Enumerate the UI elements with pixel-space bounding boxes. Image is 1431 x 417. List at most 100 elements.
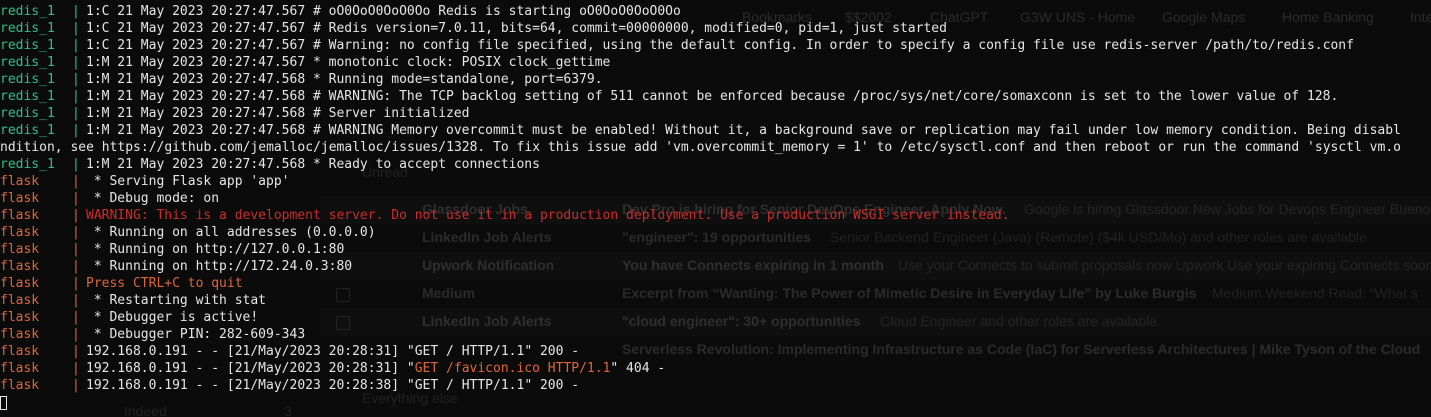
service-name: flask <box>0 191 40 206</box>
service-name: flask <box>0 327 40 342</box>
service-name: redis_1 <box>0 157 55 172</box>
log-line: flask | 192.168.0.191 - - [21/May/2023 20:… <box>0 360 1431 377</box>
service-name: flask <box>0 225 40 240</box>
log-message: * Debug mode: on <box>86 191 220 206</box>
service-separator: | <box>72 191 80 206</box>
service-name: redis_1 <box>0 72 55 87</box>
log-message: 1:M 21 May 2023 20:27:47.568 # WARNING M… <box>86 123 1401 138</box>
service-name: flask <box>0 259 40 274</box>
service-name: flask <box>0 310 40 325</box>
service-separator: | <box>72 361 80 376</box>
service-separator: | <box>72 225 80 240</box>
log-message: * Running on http://127.0.0.1:80 <box>86 242 345 257</box>
access-log-prefix: 192.168.0.191 - - [21/May/2023 20:28:38]… <box>86 378 415 393</box>
log-message: ndition, see https://github.com/jemalloc… <box>0 140 1401 155</box>
log-message: 1:C 21 May 2023 20:27:47.567 # Redis ver… <box>86 21 947 36</box>
log-line: redis_1 | 1:C 21 May 2023 20:27:47.567 # W… <box>0 37 1431 54</box>
log-line: redis_1 | 1:M 21 May 2023 20:27:47.568 # W… <box>0 88 1431 105</box>
service-separator: | <box>72 106 80 121</box>
service-separator: | <box>72 378 80 393</box>
log-message: 1:C 21 May 2023 20:27:47.567 # Warning: … <box>86 38 1354 53</box>
log-line: flask | 192.168.0.191 - - [21/May/2023 20:… <box>0 343 1431 360</box>
service-separator: | <box>72 157 80 172</box>
log-message: * Debugger PIN: 282-609-343 <box>86 327 306 342</box>
ghost-sidebar-count: 3 <box>284 403 292 417</box>
log-message: * Restarting with stat <box>86 293 267 308</box>
terminal-output[interactable]: redis_1 | 1:C 21 May 2023 20:27:47.567 # o… <box>0 3 1431 394</box>
service-name: redis_1 <box>0 21 55 36</box>
service-separator: | <box>72 242 80 257</box>
service-name: redis_1 <box>0 106 55 121</box>
service-separator: | <box>72 293 80 308</box>
log-message: * Running on http://172.24.0.3:80 <box>86 259 353 274</box>
service-name: flask <box>0 378 40 393</box>
service-name: flask <box>0 293 40 308</box>
service-separator: | <box>72 276 80 291</box>
service-separator: | <box>72 310 80 325</box>
log-message: 1:M 21 May 2023 20:27:47.568 # WARNING: … <box>86 89 1339 104</box>
service-separator: | <box>72 55 80 70</box>
service-separator: | <box>72 174 80 189</box>
log-message: 1:M 21 May 2023 20:27:47.568 # Server in… <box>86 106 470 121</box>
log-line: redis_1 | 1:M 21 May 2023 20:27:47.568 * R… <box>0 71 1431 88</box>
service-name: flask <box>0 208 40 223</box>
log-line: flask | * Debug mode: on <box>0 190 1431 207</box>
http-status: " 404 - <box>610 361 666 376</box>
log-line: redis_1 | 1:M 21 May 2023 20:27:47.567 * m… <box>0 54 1431 71</box>
log-line: flask | * Running on all addresses (0.0.0… <box>0 224 1431 241</box>
terminal-cursor[interactable] <box>0 396 7 410</box>
log-line: redis_1 | 1:C 21 May 2023 20:27:47.567 # o… <box>0 3 1431 20</box>
log-line: ndition, see https://github.com/jemalloc… <box>0 139 1431 156</box>
service-separator: | <box>72 344 80 359</box>
service-name: flask <box>0 344 40 359</box>
log-message: 1:M 21 May 2023 20:27:47.567 * monotonic… <box>86 55 611 70</box>
log-message: 1:C 21 May 2023 20:27:47.567 # oO0OoO0Oo… <box>86 4 681 19</box>
service-name: flask <box>0 174 40 189</box>
http-status: " 200 - <box>524 344 580 359</box>
log-line: flask | Press CTRL+C to quit <box>0 275 1431 292</box>
service-name: redis_1 <box>0 4 55 19</box>
log-line: flask | * Debugger is active! <box>0 309 1431 326</box>
log-message: * Serving Flask app 'app' <box>86 174 290 189</box>
http-request: GET /favicon.ico HTTP/1.1 <box>414 361 611 376</box>
log-line: flask | * Running on http://127.0.0.1:80 <box>0 241 1431 258</box>
service-name: redis_1 <box>0 55 55 70</box>
service-separator: | <box>72 38 80 53</box>
service-separator: | <box>72 4 80 19</box>
log-message: * Running on all addresses (0.0.0.0) <box>86 225 376 240</box>
service-name: redis_1 <box>0 89 55 104</box>
http-request: GET / HTTP/1.1 <box>414 344 525 359</box>
access-log-prefix: 192.168.0.191 - - [21/May/2023 20:28:31]… <box>86 361 415 376</box>
log-message: 1:M 21 May 2023 20:27:47.568 * Ready to … <box>86 157 540 172</box>
terminal-window[interactable]: Bookmarks $$2002 ChatGPT G3W UNS - Home … <box>0 0 1431 417</box>
log-line: redis_1 | 1:C 21 May 2023 20:27:47.567 # R… <box>0 20 1431 37</box>
http-status: " 200 - <box>524 378 580 393</box>
log-line: redis_1 | 1:M 21 May 2023 20:27:47.568 # S… <box>0 105 1431 122</box>
service-separator: | <box>72 21 80 36</box>
service-name: flask <box>0 276 40 291</box>
log-message: * Debugger is active! <box>86 310 259 325</box>
warning-message: WARNING: This is a development server. D… <box>86 208 1010 223</box>
service-separator: | <box>72 72 80 87</box>
log-line: redis_1 | 1:M 21 May 2023 20:27:47.568 * R… <box>0 156 1431 173</box>
service-separator: | <box>72 89 80 104</box>
log-line: flask | WARNING: This is a development ser… <box>0 207 1431 224</box>
service-name: flask <box>0 242 40 257</box>
log-line: redis_1 | 1:M 21 May 2023 20:27:47.568 # W… <box>0 122 1431 139</box>
log-line: flask | * Serving Flask app 'app' <box>0 173 1431 190</box>
http-request: GET / HTTP/1.1 <box>414 378 525 393</box>
service-separator: | <box>72 259 80 274</box>
log-line: flask | 192.168.0.191 - - [21/May/2023 20:… <box>0 377 1431 394</box>
log-message: 1:M 21 May 2023 20:27:47.568 * Running m… <box>86 72 603 87</box>
service-separator: | <box>72 123 80 138</box>
ghost-sidebar-item: Indeed <box>124 403 167 417</box>
service-name: flask <box>0 361 40 376</box>
log-message: Press CTRL+C to quit <box>86 276 243 291</box>
service-name: redis_1 <box>0 123 55 138</box>
log-line: flask | * Running on http://172.24.0.3:80 <box>0 258 1431 275</box>
log-line: flask | * Restarting with stat <box>0 292 1431 309</box>
service-separator: | <box>72 327 80 342</box>
access-log-prefix: 192.168.0.191 - - [21/May/2023 20:28:31]… <box>86 344 415 359</box>
log-line: flask | * Debugger PIN: 282-609-343 <box>0 326 1431 343</box>
service-name: redis_1 <box>0 38 55 53</box>
